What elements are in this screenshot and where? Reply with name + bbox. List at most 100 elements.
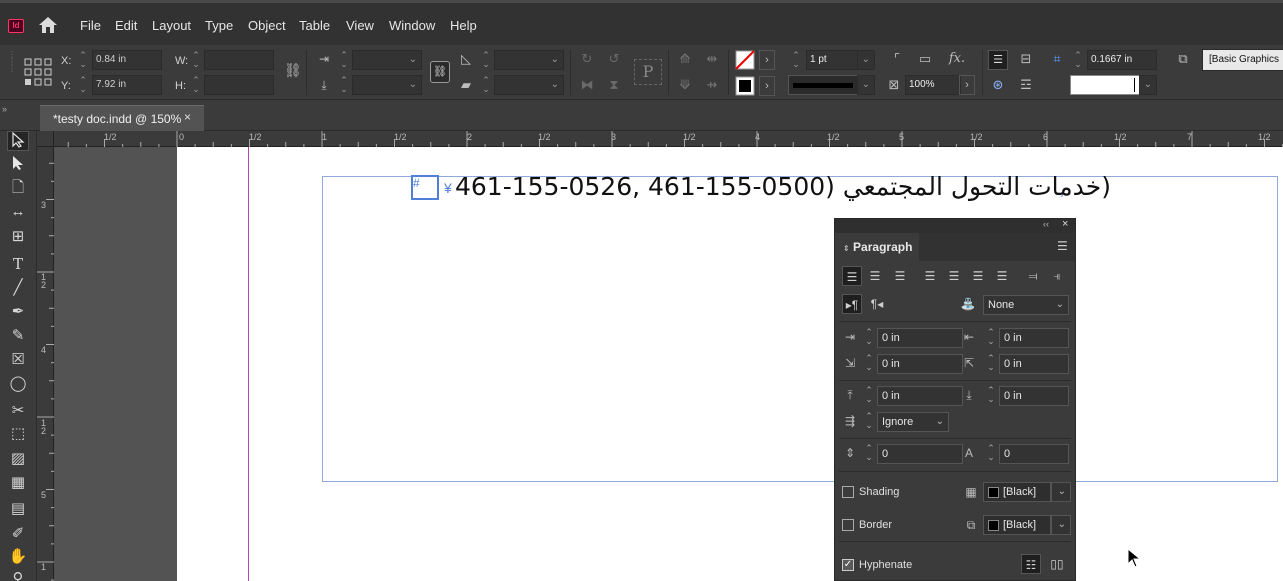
align-towards-spine-button[interactable]: ⫤ [1023, 266, 1043, 286]
shading-color-dropdown[interactable]: [Black] [983, 482, 1051, 502]
last-line-indent-stepper[interactable]: ⌃ ⌄ [985, 354, 997, 374]
y-field[interactable]: 7.92 in [92, 75, 162, 95]
menu-edit[interactable]: Edit [115, 18, 137, 33]
scale-x-dropdown[interactable]: ⌄ [352, 50, 422, 70]
align-left-button[interactable]: ☰ [842, 266, 862, 286]
stroke-type-dropdown[interactable]: ⌄ [857, 75, 875, 95]
fill-none-swatch[interactable] [735, 50, 755, 70]
y-stepper[interactable]: ⌃ ⌄ [77, 76, 89, 94]
text-wrap-bounding-icon[interactable]: ⊟ [1016, 50, 1036, 68]
reference-point-icon[interactable] [24, 58, 52, 86]
scissors-tool-icon[interactable]: ✂ [7, 401, 29, 421]
horizontal-ruler[interactable] [54, 131, 1283, 147]
right-indent-stepper[interactable]: ⌃ ⌄ [985, 328, 997, 348]
text-wrap-none-icon[interactable]: ☰ [988, 50, 1008, 70]
object-style-dropdown[interactable]: [Basic Graphics [1202, 49, 1283, 71]
h-stepper[interactable]: ⌃ ⌄ [190, 76, 202, 94]
flip-vertical-icon[interactable]: ⧗ [605, 76, 623, 94]
first-line-indent-field[interactable]: 0 in [877, 354, 963, 374]
shading-checkbox[interactable] [842, 486, 854, 498]
rtl-direction-button[interactable]: ¶◂ [867, 294, 887, 314]
w-stepper[interactable]: ⌃ ⌄ [190, 51, 202, 69]
stroke-style-dropdown[interactable]: ⌄ [1139, 75, 1157, 95]
home-icon[interactable] [37, 15, 59, 35]
note-tool-icon[interactable]: ▤ [7, 499, 29, 519]
gap-tool-icon[interactable]: ↔ [7, 202, 29, 222]
panel-toggle-icon[interactable]: ⇕ [843, 244, 850, 253]
opacity-dropdown[interactable]: › [959, 75, 975, 95]
rotate-dropdown[interactable]: ⌄ [494, 50, 564, 70]
document-tab[interactable]: *testy doc.indd @ 150% [40, 105, 204, 131]
rectangle-frame-tool-icon[interactable]: ☒ [7, 350, 29, 370]
x-stepper[interactable]: ⌃ ⌄ [77, 51, 89, 69]
offset-field[interactable]: 0.1667 in [1087, 50, 1157, 70]
hand-tool-icon[interactable]: ✋ [7, 547, 29, 567]
paragraph-composer-button[interactable]: ▯▯ [1047, 554, 1067, 574]
border-color-dropdown[interactable]: [Black] [983, 515, 1051, 535]
fill-swatch-dropdown[interactable]: › [759, 50, 775, 70]
stroke-swatch-dropdown[interactable]: › [759, 76, 775, 96]
drop-cap-lines-stepper[interactable]: ⌃ ⌄ [863, 444, 875, 464]
select-container-icon[interactable]: ⟰ [676, 50, 694, 68]
offset-stepper[interactable]: ⌃ ⌄ [1072, 51, 1084, 69]
menu-help[interactable]: Help [450, 18, 477, 33]
justify-right-button[interactable]: ☰ [968, 266, 988, 286]
shear-stepper[interactable]: ⌃ ⌄ [480, 76, 492, 94]
first-line-indent-stepper[interactable]: ⌃ ⌄ [863, 354, 875, 374]
align-right-button[interactable]: ☰ [890, 266, 910, 286]
scale-y-dropdown[interactable]: ⌄ [352, 75, 422, 95]
eyedropper-tool-icon[interactable]: ✐ [7, 524, 29, 544]
h-field[interactable] [204, 75, 274, 95]
drop-cap-chars-field[interactable]: 0 [999, 444, 1069, 464]
drop-cap-lines-field[interactable]: 0 [877, 444, 963, 464]
stroke-style-field[interactable] [1070, 75, 1140, 95]
effects-icon[interactable]: fx. [946, 50, 968, 68]
stroke-weight-field[interactable]: 1 pt [806, 50, 858, 70]
shading-color-chevron[interactable]: ⌄ [1051, 482, 1071, 502]
drop-cap-chars-stepper[interactable]: ⌃ ⌄ [985, 444, 997, 464]
corner-options-icon[interactable]: ⌜ [888, 50, 906, 68]
line-tool-icon[interactable]: ╱ [7, 278, 29, 298]
menu-table[interactable]: Table [299, 18, 330, 33]
type-tool-icon[interactable]: T [7, 254, 29, 274]
ltr-direction-button[interactable]: ▸¶ [842, 294, 862, 314]
text-frame[interactable] [322, 176, 1278, 482]
collapse-panel-icon[interactable]: ‹‹ [1043, 219, 1049, 229]
left-indent-stepper[interactable]: ⌃ ⌄ [863, 328, 875, 348]
menu-type[interactable]: Type [205, 18, 233, 33]
scale-y-stepper[interactable]: ⌃ ⌄ [338, 76, 350, 94]
border-settings-icon[interactable]: ⧉ [963, 517, 979, 533]
gradient-feather-tool-icon[interactable]: ▦ [7, 473, 29, 493]
gripper-icon[interactable]: ⋮ ⋮ ⋮ [6, 51, 18, 93]
panel-menu-icon[interactable]: ☰ [1057, 239, 1068, 253]
single-line-composer-button[interactable]: ☷ [1021, 554, 1041, 574]
direct-selection-tool-icon[interactable] [7, 155, 29, 175]
justify-center-button[interactable]: ☰ [944, 266, 964, 286]
rotate-cw-icon[interactable]: ↻ [578, 50, 596, 68]
free-transform-tool-icon[interactable]: ⬚ [7, 424, 29, 444]
menu-file[interactable]: File [80, 18, 101, 33]
constrain-scale-icon[interactable]: ⛓ [430, 61, 450, 83]
ruler-origin[interactable] [37, 131, 54, 147]
space-before-stepper[interactable]: ⌃ ⌄ [863, 386, 875, 406]
justify-all-button[interactable]: ☰ [992, 266, 1012, 286]
vertical-ruler[interactable] [37, 147, 54, 581]
select-next-icon[interactable]: ⇸ [702, 76, 722, 94]
w-field[interactable] [204, 50, 274, 70]
page-tool-icon[interactable]: 🗋 [7, 178, 29, 198]
rotate-stepper[interactable]: ⌃ ⌄ [480, 51, 492, 69]
justify-left-button[interactable]: ☰ [920, 266, 940, 286]
border-checkbox[interactable] [842, 519, 854, 531]
space-before-field[interactable]: 0 in [877, 386, 963, 406]
zoom-tool-icon[interactable]: ⚲ [7, 569, 29, 581]
paragraph-tab[interactable]: ⇕ Paragraph [835, 233, 919, 261]
stroke-weight-dropdown[interactable]: ⌄ [857, 50, 875, 70]
border-color-chevron[interactable]: ⌄ [1051, 515, 1071, 535]
opacity-field[interactable]: 100% [905, 75, 961, 95]
pen-tool-icon[interactable]: ✒ [7, 302, 29, 322]
shading-settings-icon[interactable]: ▦ [963, 484, 979, 500]
last-line-indent-field[interactable]: 0 in [999, 354, 1069, 374]
rotate-ccw-icon[interactable]: ↺ [605, 50, 623, 68]
frame-fitting-icon[interactable]: ⌗ [1048, 50, 1066, 68]
scale-x-stepper[interactable]: ⌃ ⌄ [338, 51, 350, 69]
